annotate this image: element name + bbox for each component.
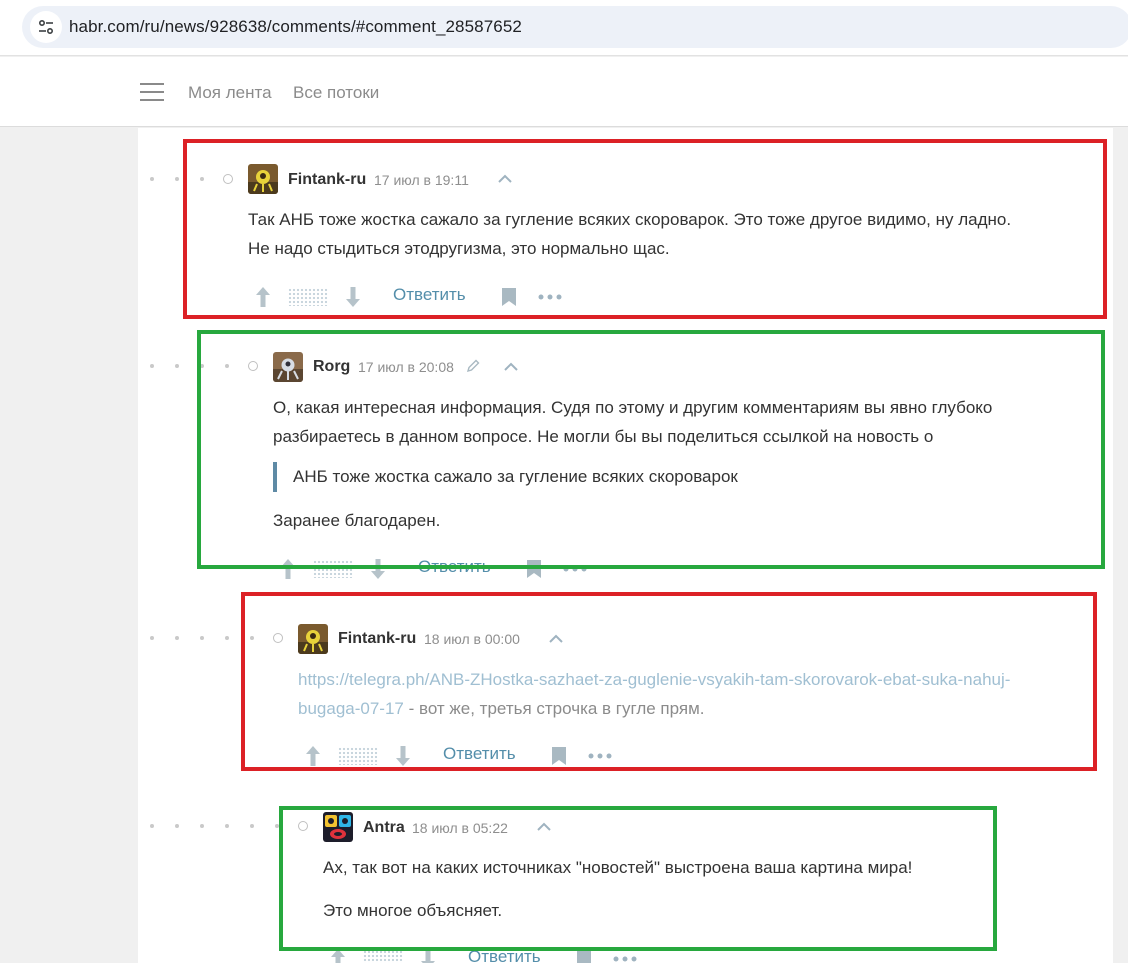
reply-button[interactable]: Ответить	[393, 285, 466, 305]
rating-placeholder	[313, 560, 353, 578]
more-icon[interactable]	[588, 753, 612, 759]
vote-down-icon[interactable]	[345, 285, 361, 309]
more-icon[interactable]	[563, 566, 587, 572]
avatar[interactable]	[273, 352, 303, 382]
more-icon[interactable]	[538, 294, 562, 300]
comment-author[interactable]: Fintank-ru	[288, 171, 366, 189]
more-icon[interactable]	[613, 956, 637, 962]
comment-actions: Ответить	[330, 947, 650, 963]
comment-text: - вот же, третья строчка в гугле прям.	[403, 699, 705, 718]
vote-down-icon[interactable]	[420, 947, 436, 963]
bookmark-icon[interactable]	[576, 949, 592, 963]
comment-time[interactable]: 17 июл в 20:08	[358, 359, 454, 375]
comment-line: Так АНБ тоже жостка сажало за гугление в…	[248, 210, 1012, 229]
comment-actions: Ответить	[255, 285, 575, 309]
chevron-up-icon[interactable]	[497, 174, 513, 184]
chevron-up-icon[interactable]	[536, 822, 552, 832]
comment-time[interactable]: 18 июл в 05:22	[412, 820, 508, 836]
comment-time[interactable]: 18 июл в 00:00	[424, 631, 520, 647]
comment-time[interactable]: 17 июл в 19:11	[374, 172, 469, 188]
site-header: Моя лента Все потоки	[0, 57, 1128, 127]
comment-actions: Ответить	[305, 744, 625, 768]
avatar[interactable]	[323, 812, 353, 842]
bookmark-icon[interactable]	[501, 287, 517, 307]
comment-author[interactable]: Rorg	[313, 358, 350, 376]
tune-icon	[38, 19, 54, 35]
comment-line: О, какая интересная информация. Судя по …	[273, 398, 993, 417]
external-link[interactable]: https://telegra.ph/ANB-ZHostka-sazhaet-z…	[298, 670, 1010, 689]
comment-actions: Ответить	[280, 557, 600, 581]
comment-line: Не надо стыдиться этодругизма, это норма…	[248, 239, 670, 258]
chevron-up-icon[interactable]	[503, 362, 519, 372]
bookmark-icon[interactable]	[526, 559, 542, 579]
comment-body: https://telegra.ph/ANB-ZHostka-sazhaet-z…	[298, 665, 1010, 723]
comment-closing: Заранее благодарен.	[273, 511, 441, 530]
address-bar[interactable]: habr.com/ru/news/928638/comments/#commen…	[22, 6, 1128, 48]
blockquote: АНБ тоже жостка сажало за гугление всяки…	[273, 462, 738, 492]
reply-button[interactable]: Ответить	[443, 744, 516, 764]
comment-body: Ах, так вот на каких источниках "новосте…	[323, 853, 912, 882]
bookmark-icon[interactable]	[551, 746, 567, 766]
rating-placeholder	[288, 288, 328, 306]
vote-up-icon[interactable]	[255, 285, 271, 309]
browser-toolbar: habr.com/ru/news/928638/comments/#commen…	[0, 0, 1128, 56]
nav-all-streams[interactable]: Все потоки	[293, 83, 379, 103]
avatar[interactable]	[248, 164, 278, 194]
comment-author[interactable]: Antra	[363, 819, 405, 837]
comment-line: Ах, так вот на каких источниках "новосте…	[323, 858, 913, 877]
comment-author[interactable]: Fintank-ru	[338, 630, 416, 648]
edited-pencil-icon	[466, 359, 480, 373]
vote-down-icon[interactable]	[395, 744, 411, 768]
chevron-up-icon[interactable]	[548, 634, 564, 644]
reply-button[interactable]: Ответить	[418, 557, 491, 577]
comment-line: разбираетесь в данном вопросе. Не могли …	[273, 427, 934, 446]
site-info-button[interactable]	[30, 11, 62, 43]
vote-up-icon[interactable]	[330, 947, 346, 963]
vote-up-icon[interactable]	[305, 744, 321, 768]
comment-closing: Это многое объясняет.	[323, 901, 503, 920]
rating-placeholder	[338, 747, 378, 765]
comment-body: Так АНБ тоже жостка сажало за гугление в…	[248, 205, 1011, 263]
external-link-continued[interactable]: bugaga-07-17	[298, 699, 404, 718]
nav-my-feed[interactable]: Моя лента	[188, 83, 272, 103]
url-text[interactable]: habr.com/ru/news/928638/comments/#commen…	[69, 17, 522, 37]
rating-placeholder	[363, 950, 403, 963]
vote-down-icon[interactable]	[370, 557, 386, 581]
vote-up-icon[interactable]	[280, 557, 296, 581]
reply-button[interactable]: Ответить	[468, 947, 541, 963]
menu-icon[interactable]	[140, 83, 164, 103]
avatar[interactable]	[298, 624, 328, 654]
comment-body: О, какая интересная информация. Судя по …	[273, 393, 992, 451]
